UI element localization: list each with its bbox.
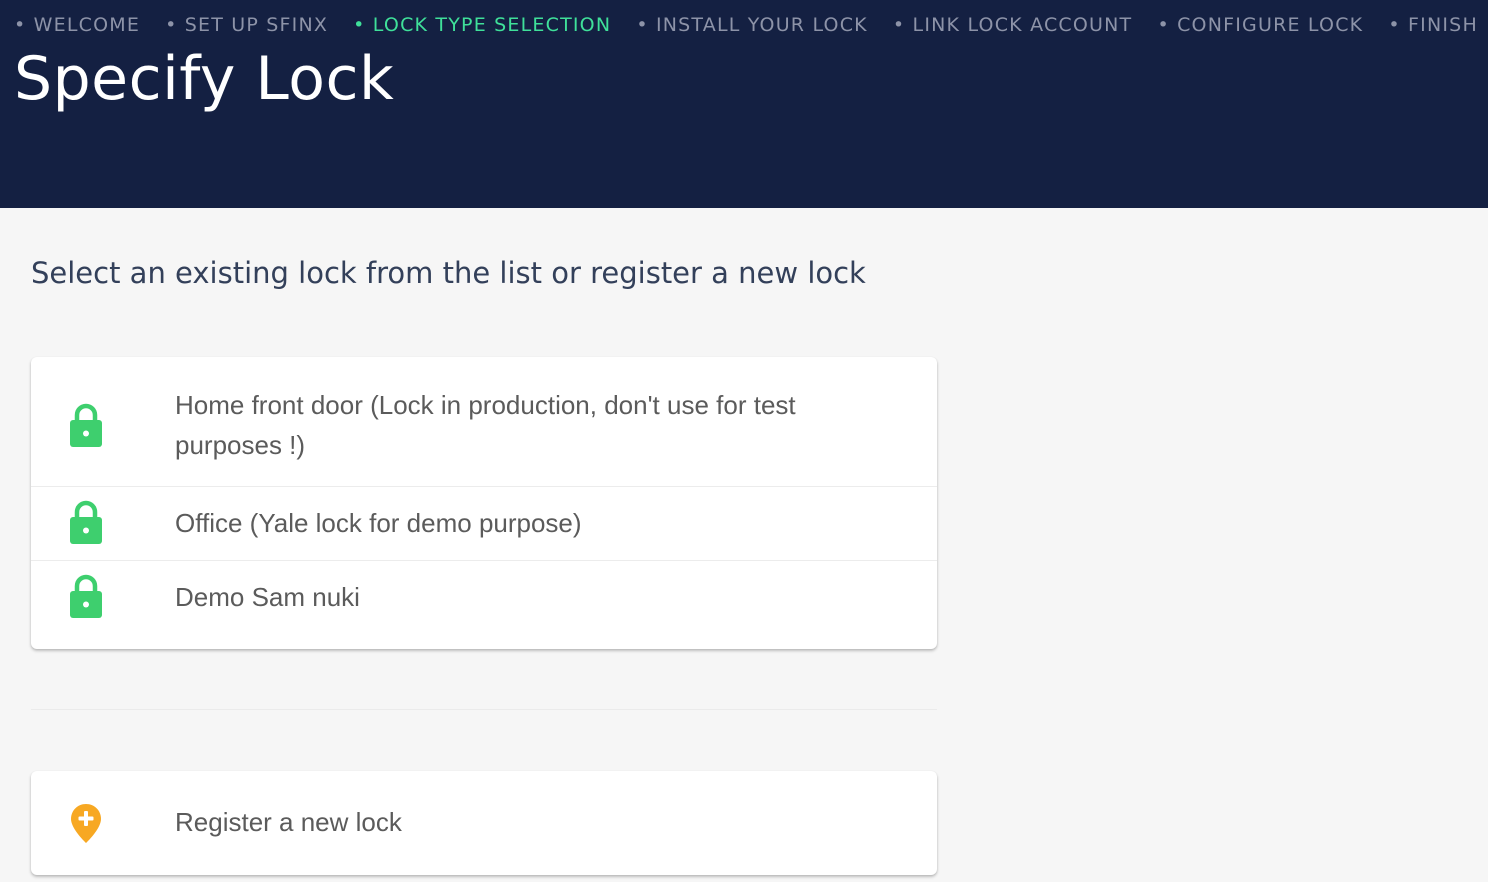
page-header: • WELCOME • SET UP SFINX • LOCK TYPE SEL… [0, 0, 1488, 208]
lock-icon [70, 574, 102, 618]
lock-icon [70, 403, 102, 447]
wizard-steps: • WELCOME • SET UP SFINX • LOCK TYPE SEL… [14, 14, 1478, 36]
step-finish[interactable]: • FINISH [1388, 14, 1478, 36]
section-divider [31, 709, 937, 710]
step-welcome[interactable]: • WELCOME [14, 14, 140, 36]
step-lock-type-selection[interactable]: • LOCK TYPE SELECTION [353, 14, 611, 36]
step-configure-lock[interactable]: • CONFIGURE LOCK [1157, 14, 1363, 36]
step-link-lock-account[interactable]: • LINK LOCK ACCOUNT [893, 14, 1132, 36]
page-title: Specify Lock [14, 44, 395, 114]
register-new-lock-card: Register a new lock [31, 771, 937, 875]
step-install-your-lock[interactable]: • INSTALL YOUR LOCK [636, 14, 868, 36]
register-new-lock-button[interactable]: Register a new lock [31, 771, 937, 875]
step-set-up-sfinx[interactable]: • SET UP SFINX [165, 14, 328, 36]
add-location-icon [71, 804, 101, 843]
lock-item-office[interactable]: Office (Yale lock for demo purpose) [31, 486, 937, 560]
lock-item-demo-sam-nuki[interactable]: Demo Sam nuki [31, 560, 937, 649]
existing-locks-list: Home front door (Lock in production, don… [31, 357, 937, 649]
lock-item-label: Home front door (Lock in production, don… [175, 390, 796, 460]
lock-item-label: Office (Yale lock for demo purpose) [175, 508, 582, 538]
lock-icon [70, 500, 102, 544]
lock-item-home-front-door[interactable]: Home front door (Lock in production, don… [31, 357, 937, 486]
register-new-lock-label: Register a new lock [175, 807, 402, 837]
instruction-text: Select an existing lock from the list or… [31, 256, 866, 290]
lock-item-label: Demo Sam nuki [175, 582, 360, 612]
